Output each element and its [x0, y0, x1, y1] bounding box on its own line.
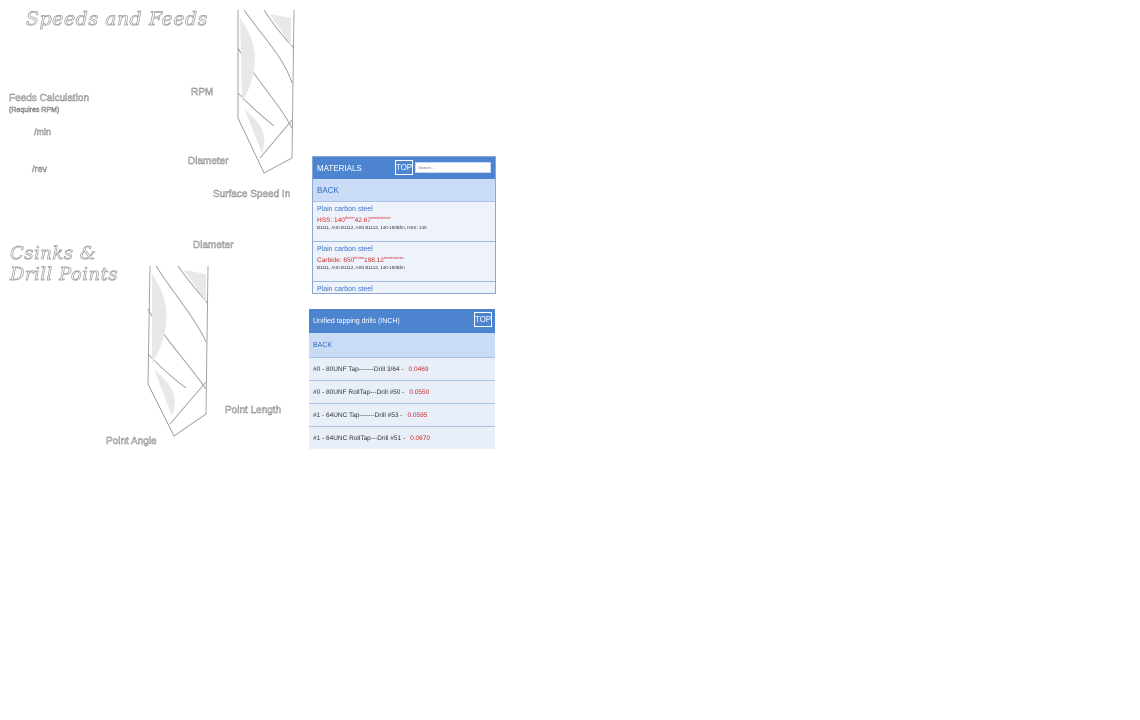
surface-speed-label: Surface Speed In: [213, 189, 291, 200]
tap-drills-back-button[interactable]: BACK: [309, 333, 495, 358]
drill-point-icon: [147, 265, 209, 437]
tap-drill-row[interactable]: #1 - 64UNC RollTap---Drill #51 - 0.0670: [309, 427, 495, 449]
material-list-item[interactable]: Plain carbon steel Carbide: 650ft/min198…: [313, 242, 495, 282]
csinks-title-line1: Csinks &: [10, 243, 97, 265]
material-list-item[interactable]: Plain carbon steel HSS: 140ft/min42.67me…: [313, 202, 495, 242]
feeds-requires-label: (Requires RPM): [9, 107, 60, 114]
tap-drill-label: #0 - 80UNF Tap-------Drill 3/64 -: [313, 365, 404, 373]
materials-title: MATERIALS: [317, 163, 362, 173]
material-note: B1111, AISI B1112, AISI B1113, 140-180Bh…: [317, 225, 427, 231]
tap-drill-size: 0.0595: [407, 411, 428, 419]
speeds-feeds-title: Speeds and Feeds: [26, 8, 208, 31]
material-note: B1111, AISI B1112, AISI B1113, 140-180Bh…: [317, 265, 405, 271]
material-name: Plain carbon steel: [317, 246, 373, 253]
point-angle-label: Point Angle: [106, 436, 157, 447]
per-rev-label: /rev: [32, 164, 48, 174]
material-list-item[interactable]: Plain carbon steel: [313, 282, 495, 293]
materials-header: MATERIALS TOP: [313, 157, 495, 179]
point-length-label: Point Length: [225, 405, 282, 416]
diameter-label: Diameter: [188, 156, 229, 167]
csink-diameter-label: Diameter: [193, 240, 234, 251]
tap-drills-title: Unified tapping drills (INCH): [313, 317, 400, 325]
tap-drill-label: #0 - 80UNF RollTap---Drill #50 -: [313, 388, 405, 396]
tap-drills-back-label: BACK: [313, 341, 333, 349]
tap-drill-row[interactable]: #0 - 80UNF Tap-------Drill 3/64 - 0.0469: [309, 358, 495, 381]
materials-back-button[interactable]: BACK: [313, 179, 495, 202]
tap-drill-row[interactable]: #1 - 64UNC Tap-------Drill #53 - 0.0595: [309, 404, 495, 427]
tap-drill-row[interactable]: #0 - 80UNF RollTap---Drill #50 - 0.0550: [309, 381, 495, 404]
per-min-label: /min: [34, 127, 52, 137]
feeds-calculation-label: Feeds Calculation: [9, 93, 90, 104]
tap-drill-size: 0.0469: [408, 365, 429, 373]
tap-drills-header: Unified tapping drills (INCH) TOP: [309, 309, 495, 333]
rpm-label: RPM: [191, 87, 214, 98]
materials-top-button[interactable]: TOP: [395, 160, 413, 175]
material-speed: Carbide: 650ft/min198.12meters/min: [317, 255, 404, 265]
drill-bit-icon: [237, 9, 295, 174]
materials-search-input[interactable]: [415, 162, 491, 173]
material-name: Plain carbon steel: [317, 286, 373, 293]
tap-drills-top-button[interactable]: TOP: [474, 312, 492, 327]
material-speed: HSS: 140ft/min42.67meters/min: [317, 215, 391, 225]
tap-drills-panel: Unified tapping drills (INCH) TOP BACK #…: [309, 309, 495, 449]
tap-drill-size: 0.0550: [409, 388, 430, 396]
tap-drill-size: 0.0670: [410, 435, 430, 442]
tap-drill-label: #1 - 64UNC RollTap---Drill #51 -: [313, 435, 406, 442]
material-name: Plain carbon steel: [317, 206, 373, 213]
csinks-title-line2: Drill Points: [10, 264, 119, 286]
materials-panel: MATERIALS TOP BACK Plain carbon steel HS…: [312, 156, 496, 294]
materials-back-label: BACK: [317, 185, 339, 195]
tap-drill-label: #1 - 64UNC Tap-------Drill #53 -: [313, 411, 403, 419]
